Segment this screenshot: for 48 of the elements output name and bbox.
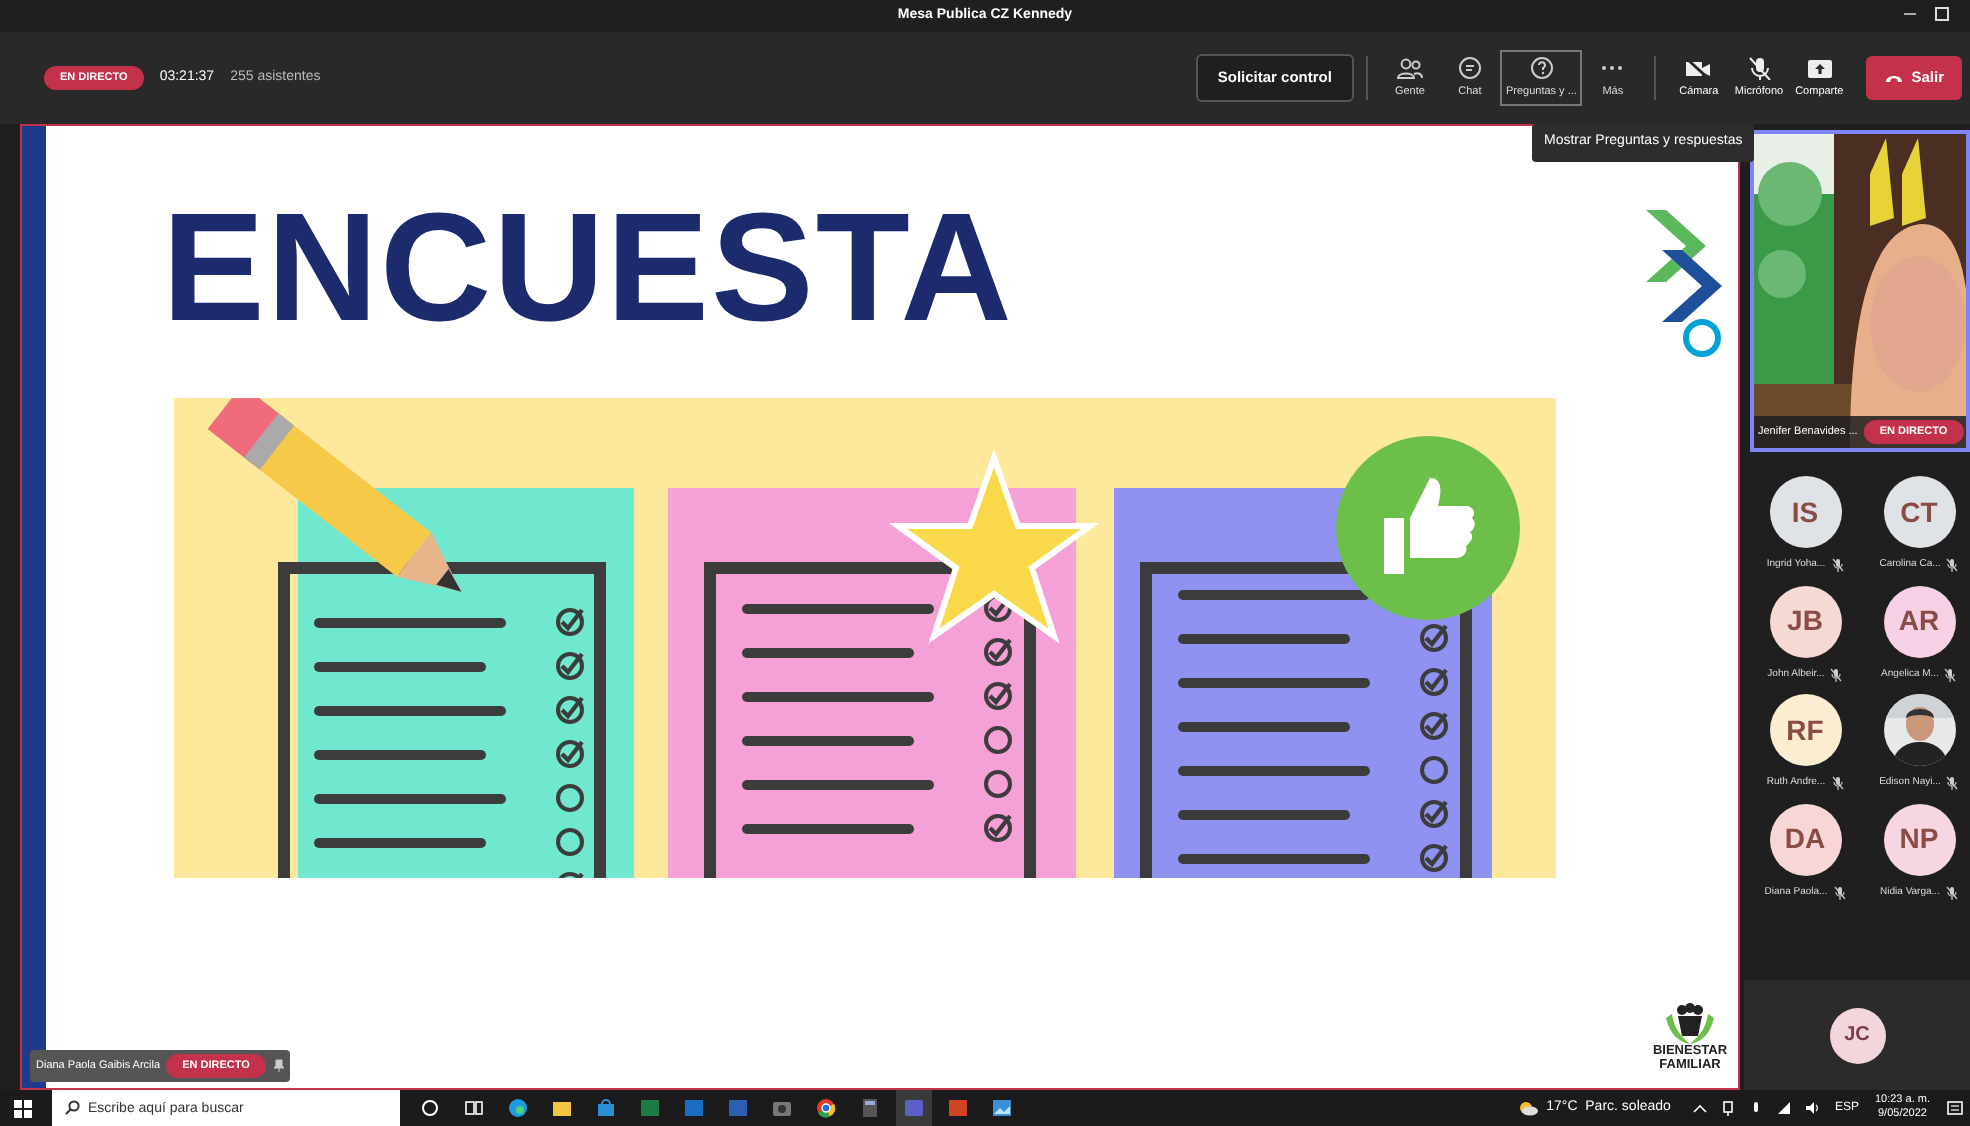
cortana-icon[interactable] [420,1098,440,1118]
folder-icon[interactable] [552,1098,572,1118]
chrome-icon[interactable] [816,1098,836,1118]
mic-off-icon [1745,55,1773,80]
photos-icon[interactable] [992,1098,1012,1118]
avatar: NP [1883,803,1955,875]
share-icon [1805,55,1834,80]
avatar: AR [1883,585,1955,657]
avatar: JC [1829,1007,1885,1063]
document-app-icon[interactable] [728,1098,748,1118]
mic-off-icon [1833,885,1846,900]
mic-off-icon [1945,885,1958,900]
restore-icon[interactable] [1934,6,1950,22]
mic-off-icon [1830,667,1843,682]
pin-icon [271,1058,284,1073]
slides-app-icon[interactable] [948,1098,968,1118]
weather-icon[interactable] [1518,1100,1539,1116]
phone-icon [1883,72,1904,84]
wifi-icon[interactable] [1776,1100,1793,1116]
chevron-logo-icon [1642,206,1726,358]
avatar: IS [1769,476,1841,548]
slide-title: ENCUESTA [162,192,1014,346]
avatar: CT [1883,476,1955,548]
chevron-up-icon[interactable] [1692,1100,1709,1116]
spreadsheet-icon[interactable] [640,1098,660,1118]
windows-start-icon[interactable] [13,1099,31,1117]
calculator-icon[interactable] [860,1098,880,1118]
search-icon [64,1100,80,1116]
family-hands-logo-icon [1664,1002,1716,1046]
mic-off-icon [1831,558,1844,573]
mic-off-icon [1944,667,1957,682]
network-icon[interactable] [1720,1100,1737,1116]
mic-off-icon [1831,776,1844,791]
mic-off-icon [1946,558,1959,573]
task-view-icon[interactable] [464,1098,484,1118]
browser-icon[interactable] [508,1098,528,1118]
store-icon[interactable] [596,1098,616,1118]
mail-app-icon[interactable] [684,1098,704,1118]
question-bubble-icon [1527,55,1556,80]
notification-icon[interactable] [1946,1099,1964,1117]
people-icon [1395,55,1424,80]
chat-icon [1455,55,1484,80]
camera-app-icon[interactable] [772,1098,792,1118]
avatar: RF [1769,694,1841,766]
avatar: JB [1769,585,1841,657]
speaker-icon[interactable] [1804,1100,1821,1116]
mic-off-icon [1946,776,1959,791]
avatar: DA [1769,803,1841,875]
